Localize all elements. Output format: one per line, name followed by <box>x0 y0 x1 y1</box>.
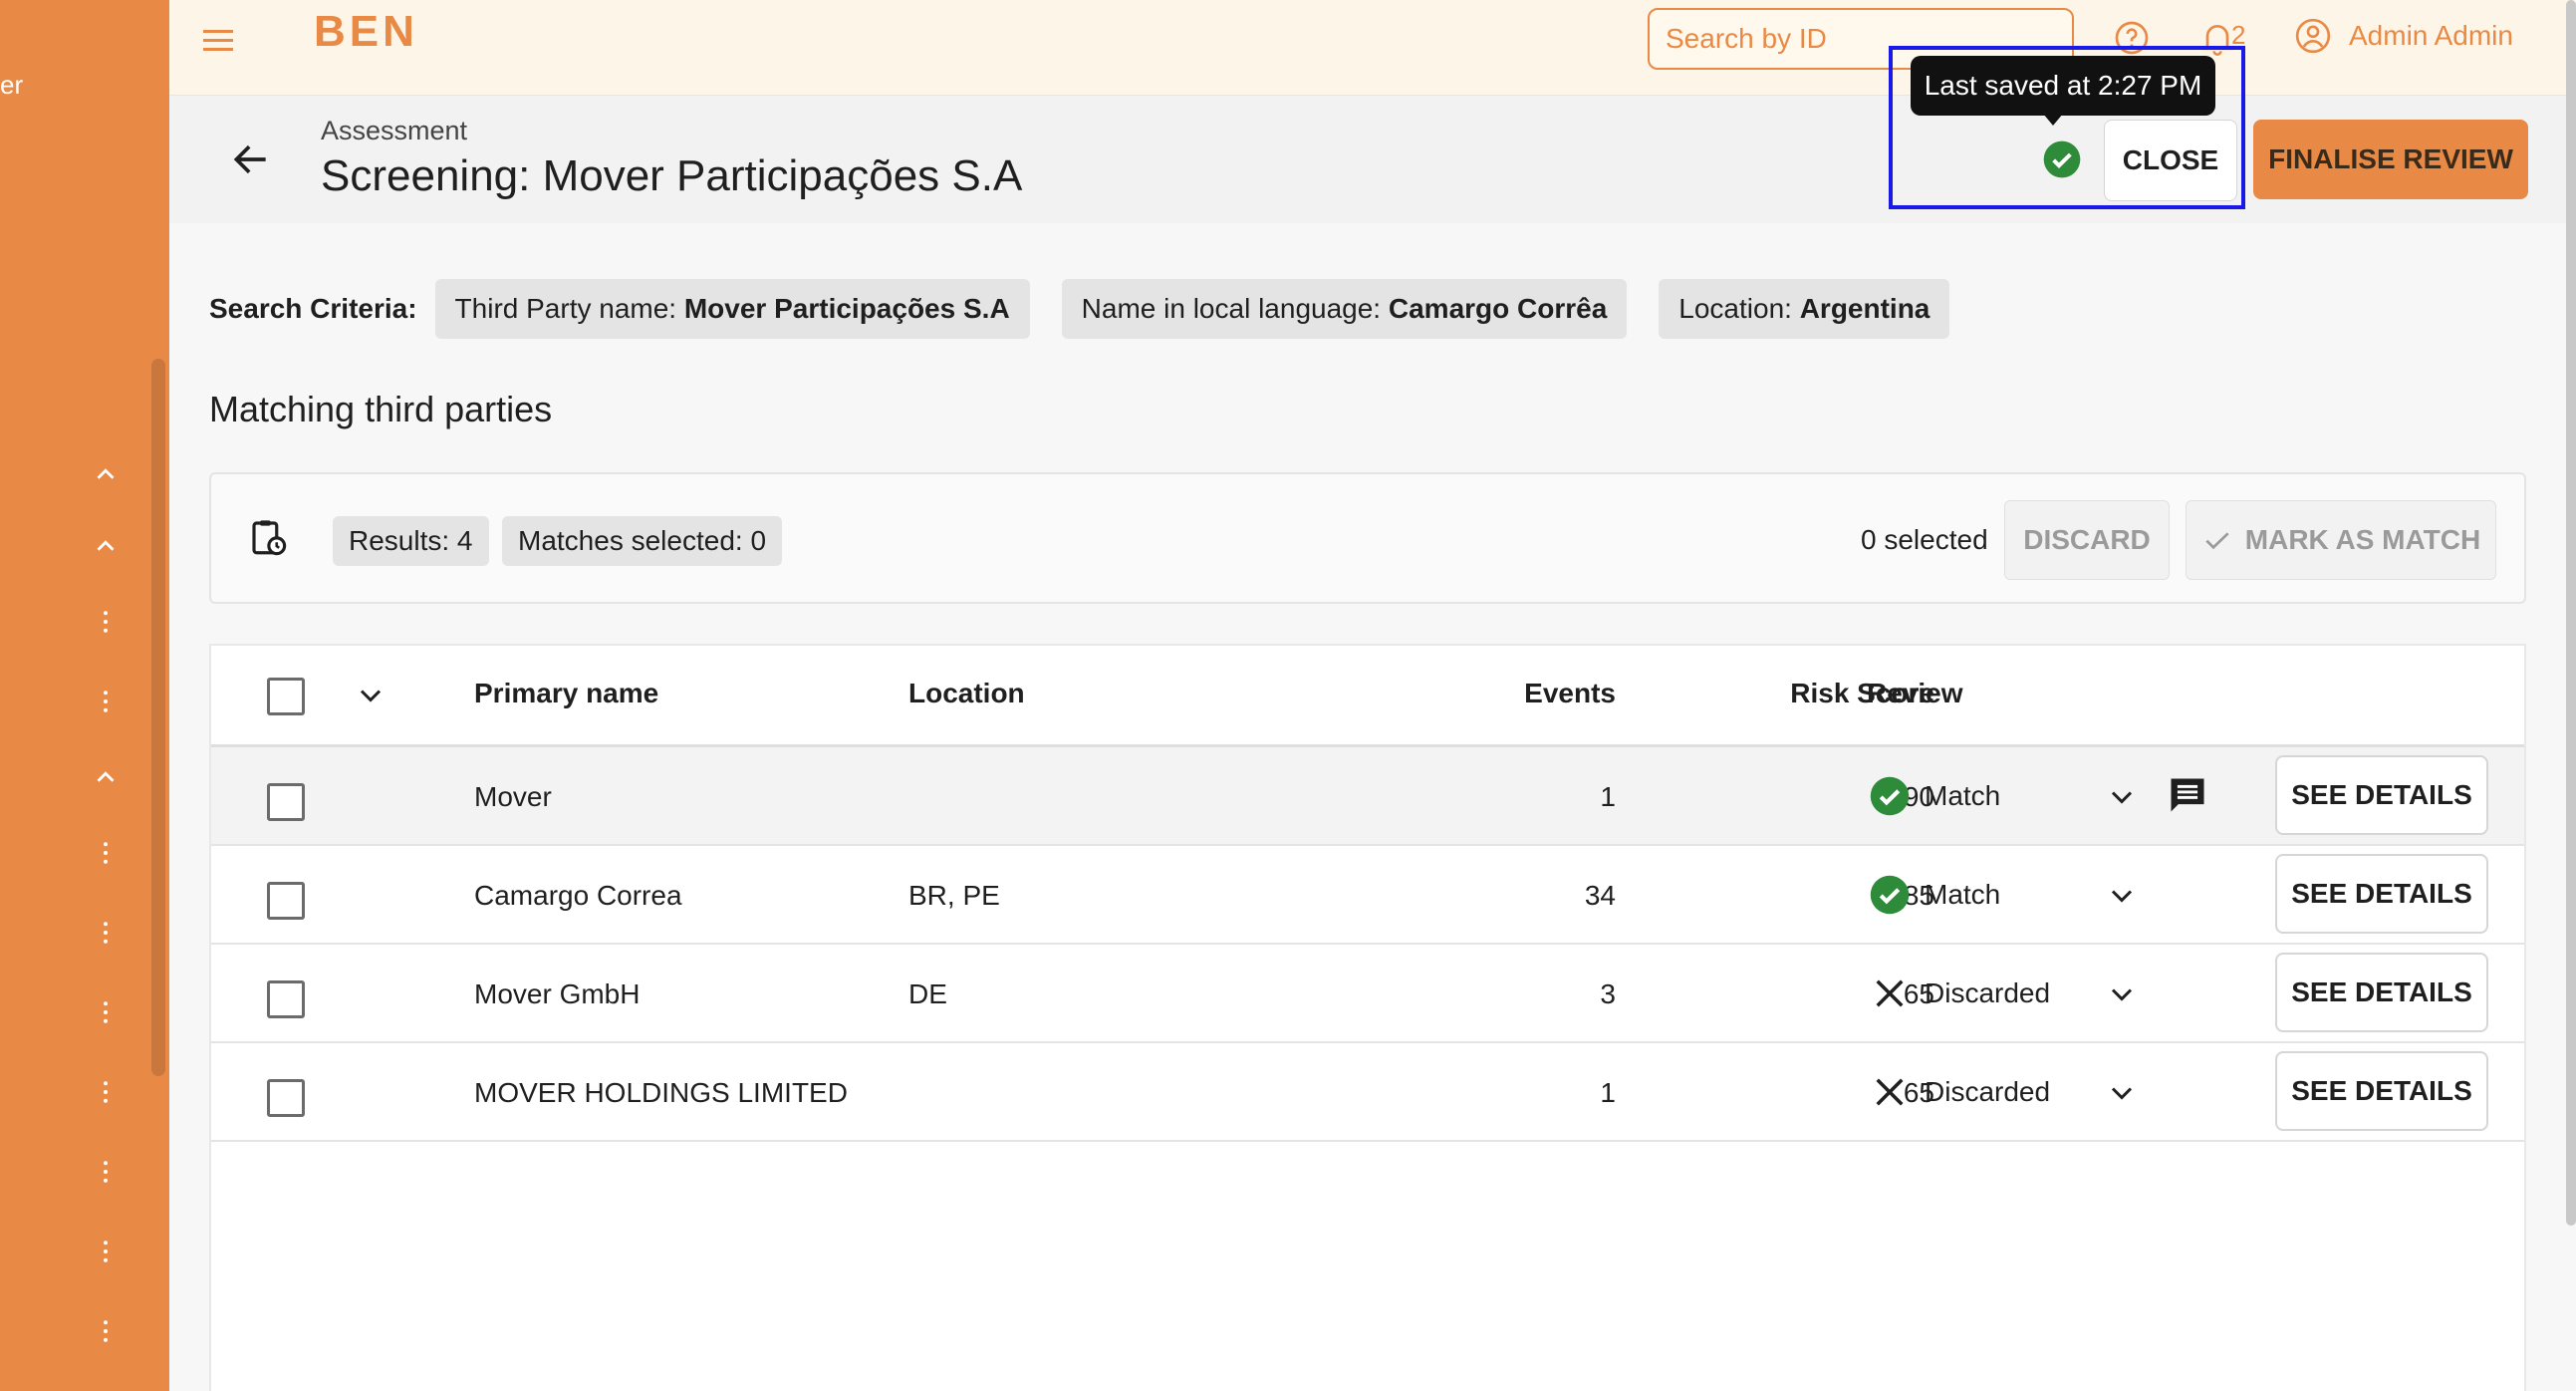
search-criteria-label: Search Criteria: <box>209 293 417 324</box>
breadcrumb: Assessment <box>321 116 468 145</box>
criteria-chip-location: Location: Argentina <box>1659 279 1950 339</box>
selected-count: 0 selected <box>1861 524 1988 555</box>
chevron-up-icon[interactable] <box>88 528 124 564</box>
more-vert-icon[interactable] <box>88 994 124 1030</box>
more-vert-icon[interactable] <box>88 604 124 640</box>
see-details-button[interactable]: SEE DETAILS <box>2275 1051 2488 1131</box>
row-events: 1 <box>1600 781 1616 812</box>
see-details-button[interactable]: SEE DETAILS <box>2275 755 2488 835</box>
back-arrow-icon[interactable] <box>229 138 273 181</box>
column-events[interactable]: Events <box>1407 678 1616 709</box>
discard-button[interactable]: DISCARD <box>2004 500 2170 580</box>
section-title: Matching third parties <box>209 389 553 429</box>
search-criteria: Search Criteria: Third Party name: Mover… <box>209 279 1950 339</box>
row-events: 1 <box>1600 1077 1616 1108</box>
criteria-chip-third-party: Third Party name: Mover Participações S.… <box>434 279 1030 339</box>
page-title: Screening: Mover Participações S.A <box>321 151 1023 200</box>
row-checkbox[interactable] <box>267 882 305 920</box>
chevron-up-icon[interactable] <box>88 456 124 492</box>
discard-x-icon <box>1876 979 1904 1007</box>
more-vert-icon[interactable] <box>88 835 124 871</box>
row-primary-name: Mover <box>474 781 552 812</box>
more-vert-icon[interactable] <box>88 1313 124 1349</box>
sidebar-scrollbar[interactable] <box>151 359 165 1076</box>
matches-table: Primary name Location Events Risk Score … <box>209 644 2526 1391</box>
results-count-badge: Results: 4 <box>333 516 489 566</box>
review-dropdown-chevron-icon[interactable] <box>2104 878 2140 914</box>
ben-logo[interactable]: BEN <box>314 10 418 54</box>
review-dropdown-chevron-icon[interactable] <box>2104 1075 2140 1111</box>
table-row[interactable]: Camargo Correa BR, PE 34 85 Match SEE DE… <box>211 846 2524 945</box>
check-icon <box>2205 532 2229 550</box>
results-toolbar: Results: 4 Matches selected: 0 0 selecte… <box>209 472 2526 604</box>
comment-icon[interactable] <box>2166 773 2209 817</box>
page-scrollbar[interactable] <box>2566 0 2576 1226</box>
table-header: Primary name Location Events Risk Score … <box>211 646 2524 747</box>
mark-as-match-button[interactable]: MARK AS MATCH <box>2186 500 2496 580</box>
chevron-up-icon[interactable] <box>88 759 124 795</box>
select-all-checkbox[interactable] <box>267 678 305 715</box>
table-row[interactable]: Mover GmbH DE 3 65 Discarded SEE DETAILS <box>211 945 2524 1043</box>
last-saved-tooltip: Last saved at 2:27 PM <box>1911 56 2215 126</box>
row-review-status: Discarded <box>1869 1071 2050 1113</box>
see-details-button[interactable]: SEE DETAILS <box>2275 953 2488 1032</box>
row-primary-name: Camargo Correa <box>474 880 682 911</box>
row-primary-name: MOVER HOLDINGS LIMITED <box>474 1077 848 1108</box>
user-name: Admin Admin <box>2349 20 2513 51</box>
chevron-down-icon[interactable] <box>353 678 388 713</box>
column-primary-name[interactable]: Primary name <box>474 678 658 709</box>
criteria-chip-local-name: Name in local language: Camargo Corrêa <box>1061 279 1628 339</box>
sidebar-peek-text: er <box>0 70 24 100</box>
user-menu[interactable]: Admin Admin <box>2293 16 2513 56</box>
see-details-button[interactable]: SEE DETAILS <box>2275 854 2488 934</box>
more-vert-icon[interactable] <box>88 684 124 719</box>
discard-x-icon <box>1876 1078 1904 1106</box>
account-icon <box>2295 18 2331 54</box>
row-primary-name: Mover GmbH <box>474 978 641 1009</box>
match-check-icon <box>1870 875 1910 915</box>
sidebar: er <box>0 0 169 1391</box>
column-location[interactable]: Location <box>908 678 1025 709</box>
row-events: 3 <box>1600 978 1616 1009</box>
more-vert-icon[interactable] <box>88 915 124 951</box>
more-vert-icon[interactable] <box>88 1074 124 1110</box>
row-checkbox[interactable] <box>267 783 305 821</box>
row-review-status: Match <box>1869 775 2000 817</box>
matches-selected-badge: Matches selected: 0 <box>502 516 783 566</box>
row-review-status: Match <box>1869 874 2000 916</box>
row-location: BR, PE <box>908 880 1000 911</box>
review-dropdown-chevron-icon[interactable] <box>2104 976 2140 1012</box>
menu-icon[interactable] <box>199 22 243 58</box>
row-checkbox[interactable] <box>267 1079 305 1117</box>
more-vert-icon[interactable] <box>88 1234 124 1269</box>
row-review-status: Discarded <box>1869 973 2050 1014</box>
row-events: 34 <box>1584 880 1616 911</box>
review-dropdown-chevron-icon[interactable] <box>2104 779 2140 815</box>
table-row[interactable]: MOVER HOLDINGS LIMITED 1 65 Discarded SE… <box>211 1043 2524 1142</box>
finalise-review-button[interactable]: FINALISE REVIEW <box>2253 120 2528 199</box>
table-row[interactable]: Mover 1 90 Match SEE DETAILS <box>211 747 2524 846</box>
clipboard-clock-icon[interactable] <box>247 516 289 558</box>
row-location: DE <box>908 978 947 1009</box>
more-vert-icon[interactable] <box>88 1154 124 1190</box>
row-checkbox[interactable] <box>267 980 305 1018</box>
column-review[interactable]: Review <box>1867 678 1963 709</box>
match-check-icon <box>1870 776 1910 816</box>
